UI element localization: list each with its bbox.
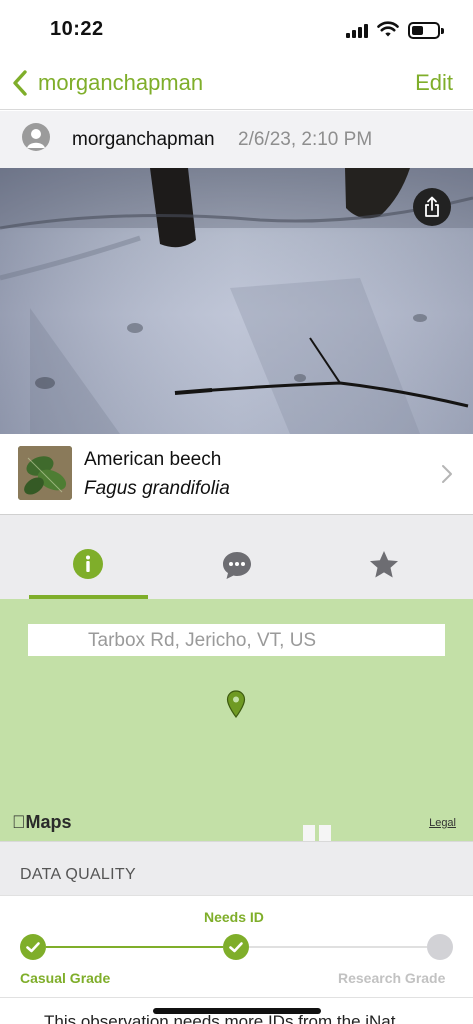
back-chevron-icon[interactable] — [10, 68, 30, 98]
user-silhouette-icon — [27, 129, 45, 148]
cellular-signal-icon — [346, 24, 370, 38]
share-icon — [425, 196, 439, 217]
tab-favorite[interactable] — [316, 515, 473, 599]
map-place-label: Tarbox Rd, Jericho, VT, US — [28, 624, 445, 656]
chevron-right-icon — [442, 465, 452, 483]
map-drag-handle — [319, 825, 331, 841]
data-quality-header: DATA QUALITY — [0, 841, 473, 895]
apple-logo-icon:  — [12, 812, 26, 832]
share-button[interactable] — [413, 188, 451, 226]
chat-bubble-icon — [223, 552, 251, 579]
needs-id-label: Needs ID — [204, 909, 264, 925]
map-pin-icon[interactable] — [226, 690, 246, 718]
data-quality-meter: Casual Grade Needs ID Research Grade — [0, 895, 473, 998]
battery-icon — [408, 22, 444, 39]
taxon-thumbnail — [18, 446, 72, 500]
place-name: Tarbox Rd, Jericho, VT, US — [88, 630, 317, 651]
detail-tab-bar — [0, 515, 473, 599]
casual-grade-check-icon — [20, 934, 46, 960]
tab-activity[interactable] — [158, 515, 315, 599]
maps-attribution: Maps — [12, 812, 72, 832]
snow-scene-image — [0, 168, 473, 434]
observation-date: 2/6/23, 2:10 PM — [238, 129, 373, 150]
data-quality-title: DATA QUALITY — [20, 866, 136, 883]
progress-line — [46, 946, 223, 948]
observer-name[interactable]: morganchapman — [72, 129, 215, 151]
legal-link[interactable]: Legal — [429, 817, 456, 829]
apple-maps-logo: Maps — [12, 812, 72, 833]
back-button[interactable]: morganchapman — [38, 70, 203, 96]
map-drag-handle — [303, 825, 315, 841]
navigation-bar: morganchapman Edit — [0, 56, 473, 110]
edit-button[interactable]: Edit — [415, 70, 453, 96]
star-icon — [370, 551, 398, 578]
progress-line — [249, 946, 427, 948]
status-time: 10:22 — [50, 18, 104, 40]
taxon-scientific-name: Fagus grandifolia — [84, 478, 230, 499]
avatar[interactable] — [22, 123, 50, 151]
taxon-common-name: American beech — [84, 449, 222, 470]
status-bar: 10:22 — [0, 0, 473, 56]
info-icon — [73, 549, 103, 579]
observation-photo[interactable] — [0, 168, 473, 434]
taxon-row[interactable]: American beech Fagus grandifolia — [0, 434, 473, 515]
research-grade-label: Research Grade — [338, 970, 446, 986]
tab-info[interactable] — [0, 515, 157, 599]
observer-row: morganchapman 2/6/23, 2:10 PM — [0, 111, 473, 168]
location-map[interactable]: Tarbox Rd, Jericho, VT, US Maps Legal — [0, 599, 473, 841]
research-grade-circle-icon — [427, 934, 453, 960]
leaf-photo-image — [18, 446, 72, 500]
home-indicator — [153, 1008, 321, 1014]
needs-id-check-icon — [223, 934, 249, 960]
wifi-icon — [377, 21, 399, 37]
casual-grade-label: Casual Grade — [20, 970, 111, 986]
